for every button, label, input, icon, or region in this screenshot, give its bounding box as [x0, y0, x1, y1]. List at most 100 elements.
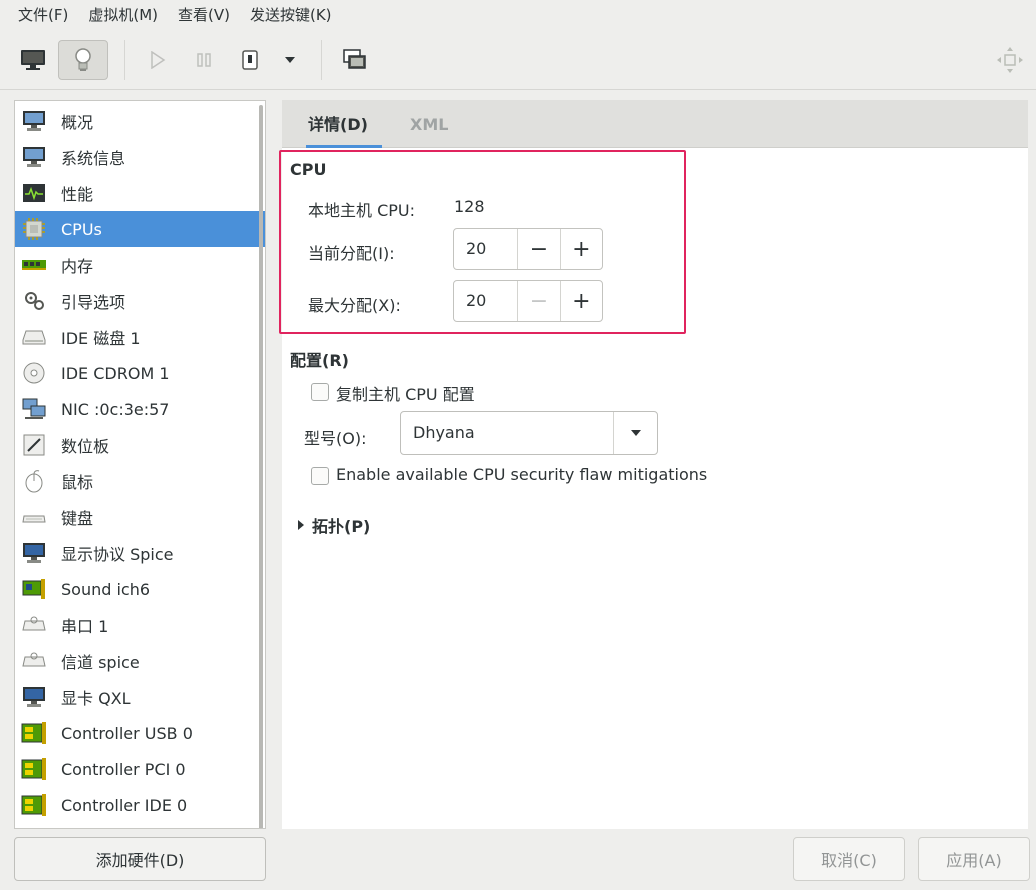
sidebar-item-17[interactable]: Controller USB 0 [15, 715, 265, 751]
sidebar-item-3[interactable]: CPUs [15, 211, 265, 247]
sidebar-item-16[interactable]: 显卡 QXL [15, 679, 265, 715]
serial-icon [21, 612, 47, 638]
console-button[interactable] [12, 40, 54, 80]
fullscreen-button[interactable] [994, 44, 1026, 76]
pause-icon [197, 52, 211, 67]
mouse-icon [21, 468, 47, 494]
current-alloc-increment-button[interactable]: + [559, 229, 602, 269]
model-combobox[interactable]: Dhyana [400, 411, 658, 455]
snapshot-icon [343, 48, 366, 69]
sidebar-item-label: 信道 spice [61, 653, 140, 672]
shutdown-menu-button[interactable] [275, 40, 305, 80]
sidebar-item-10[interactable]: 鼠标 [15, 463, 265, 499]
sidebar-item-0[interactable]: 概况 [15, 103, 265, 139]
sidebar-item-label: 串口 1 [61, 617, 109, 636]
snapshots-button[interactable] [334, 40, 376, 80]
sidebar-item-8[interactable]: NIC :0c:3e:57 [15, 391, 265, 427]
monitor-icon [21, 108, 47, 134]
tab-details[interactable]: 详情(D) [306, 100, 382, 148]
network-icon [21, 396, 47, 422]
model-label: 型号(O): [304, 429, 367, 448]
sidebar-item-6[interactable]: IDE 磁盘 1 [15, 319, 265, 355]
topology-expander[interactable]: 拓扑(P) [296, 513, 370, 537]
host-cpu-value: 128 [454, 197, 485, 216]
sidebar-item-18[interactable]: Controller PCI 0 [15, 751, 265, 787]
sidebar-item-11[interactable]: 键盘 [15, 499, 265, 535]
sidebar-item-12[interactable]: 显示协议 Spice [15, 535, 265, 571]
details-button[interactable] [58, 39, 108, 80]
disk-icon [21, 324, 47, 350]
menu-file[interactable]: 文件(F) [8, 0, 78, 30]
display-icon [21, 540, 47, 566]
controller-icon [21, 792, 47, 818]
sidebar-item-label: 概况 [61, 113, 94, 132]
monitor-icon [21, 49, 45, 70]
sidebar-item-15[interactable]: 信道 spice [15, 643, 265, 679]
sidebar-scrollbar[interactable] [259, 105, 263, 828]
sidebar-item-label: 键盘 [61, 509, 94, 528]
keyboard-icon [21, 504, 47, 530]
cdrom-icon [21, 360, 47, 386]
sidebar-item-7[interactable]: IDE CDROM 1 [15, 355, 265, 391]
add-hardware-label: 添加硬件(D) [95, 851, 185, 870]
menu-vm[interactable]: 虚拟机(M) [78, 0, 168, 30]
power-icon [242, 49, 258, 70]
current-alloc-spinner: 20 − + [453, 228, 603, 270]
current-alloc-decrement-button[interactable]: − [517, 229, 559, 269]
add-hardware-button[interactable]: 添加硬件(D) [14, 837, 266, 881]
sidebar-item-label: 显卡 QXL [61, 689, 131, 708]
monitor-icon [21, 144, 47, 170]
sidebar-item-13[interactable]: Sound ich6 [15, 571, 265, 607]
lightbulb-icon [75, 47, 91, 71]
controller-icon [21, 756, 47, 782]
sound-card-icon [21, 576, 47, 602]
run-button[interactable] [137, 40, 179, 80]
current-alloc-label: 当前分配(I): [308, 244, 395, 263]
cancel-button[interactable]: 取消(C) [793, 837, 905, 881]
config-section-title: 配置(R) [290, 351, 349, 370]
controller-icon [21, 720, 47, 746]
play-icon [151, 50, 166, 69]
current-alloc-value[interactable]: 20 [454, 229, 517, 269]
topology-label: 拓扑(P) [312, 517, 371, 536]
video-card-icon [21, 684, 47, 710]
sidebar-item-label: 数位板 [61, 437, 110, 456]
menu-view[interactable]: 查看(V) [168, 0, 240, 30]
resize-icon [997, 47, 1023, 73]
copy-host-cpu-label[interactable]: 复制主机 CPU 配置 [336, 381, 475, 405]
memory-icon [21, 252, 47, 278]
mitigations-label[interactable]: Enable available CPU security flaw mitig… [336, 465, 707, 484]
toolbar [0, 30, 1036, 90]
copy-host-cpu-checkbox[interactable] [311, 383, 329, 401]
sidebar-item-4[interactable]: 内存 [15, 247, 265, 283]
tab-xml-label: XML [410, 115, 449, 134]
sidebar-item-label: NIC :0c:3e:57 [61, 399, 170, 419]
sidebar-item-label: IDE CDROM 1 [61, 363, 170, 383]
sidebar-item-14[interactable]: 串口 1 [15, 607, 265, 643]
sidebar-item-2[interactable]: 性能 [15, 175, 265, 211]
pause-button[interactable] [183, 40, 225, 80]
sidebar-item-5[interactable]: 引导选项 [15, 283, 265, 319]
performance-icon [21, 180, 47, 206]
cpu-icon [21, 216, 47, 242]
tab-xml[interactable]: XML [410, 100, 448, 148]
apply-button[interactable]: 应用(A) [918, 837, 1030, 881]
sidebar-item-9[interactable]: 数位板 [15, 427, 265, 463]
max-alloc-label: 最大分配(X): [308, 296, 401, 315]
max-alloc-decrement-button[interactable]: − [517, 281, 559, 321]
sidebar-item-label: 引导选项 [61, 293, 126, 312]
menu-send-key[interactable]: 发送按键(K) [240, 0, 342, 30]
toolbar-separator [321, 39, 322, 80]
sidebar-item-19[interactable]: Controller IDE 0 [15, 787, 265, 823]
sidebar-item-label: 性能 [61, 185, 94, 204]
sidebar-item-label: Controller IDE 0 [61, 795, 188, 815]
mitigations-checkbox[interactable] [311, 467, 329, 485]
model-dropdown-button[interactable] [613, 412, 657, 454]
sidebar-item-label: IDE 磁盘 1 [61, 329, 141, 348]
cancel-label: 取消(C) [821, 851, 877, 870]
max-alloc-value[interactable]: 20 [454, 281, 517, 321]
sidebar-item-1[interactable]: 系统信息 [15, 139, 265, 175]
apply-label: 应用(A) [946, 851, 1002, 870]
max-alloc-increment-button[interactable]: + [559, 281, 602, 321]
shutdown-button[interactable] [229, 40, 271, 80]
